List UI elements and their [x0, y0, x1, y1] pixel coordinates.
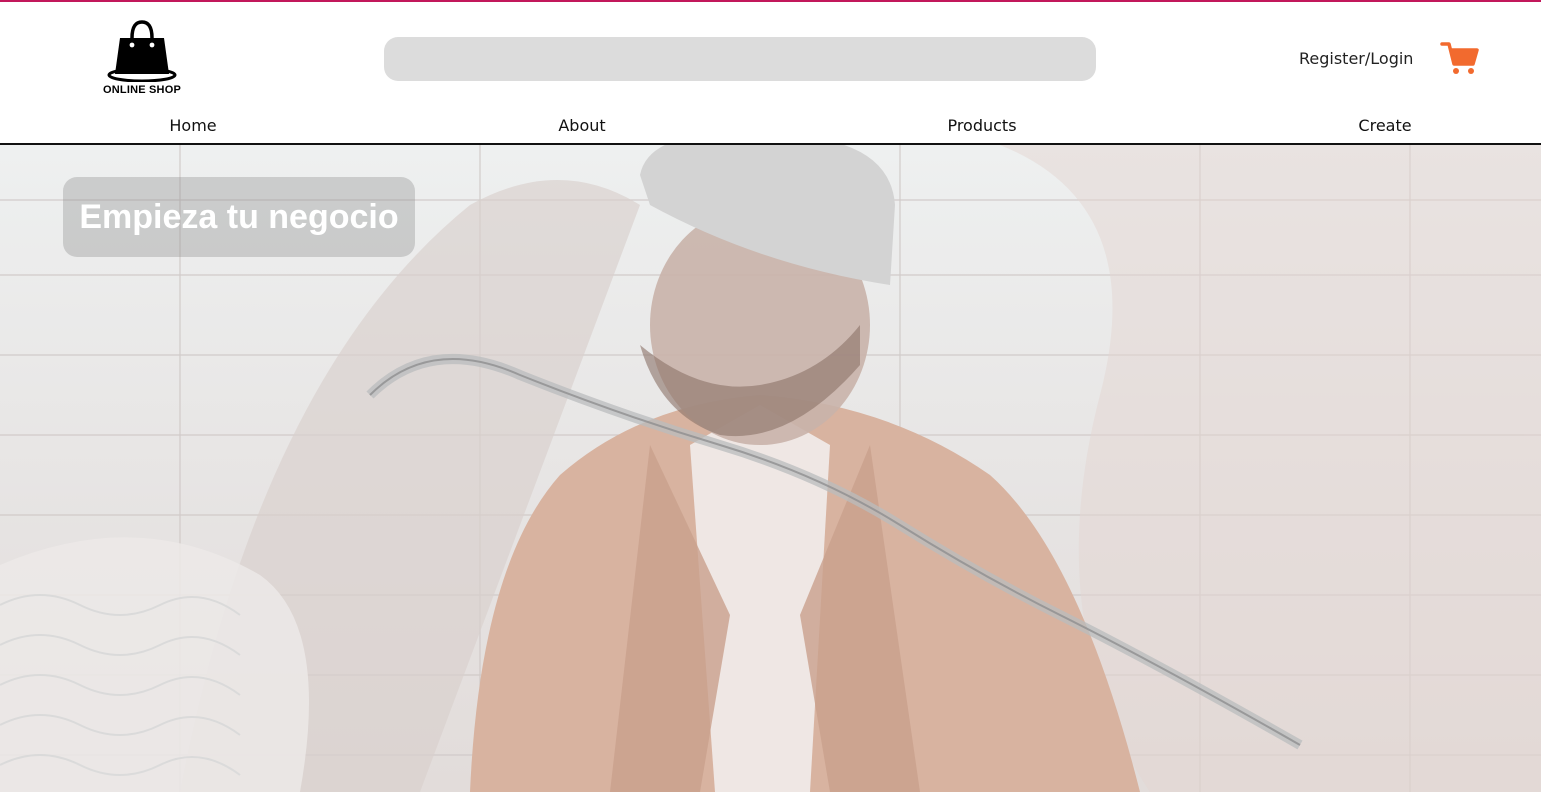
header: ONLINE SHOP Register/Login: [0, 2, 1541, 112]
nav-item-home[interactable]: Home: [169, 116, 216, 135]
hero-title: Empieza tu negocio: [79, 197, 399, 236]
brand-name: ONLINE SHOP: [103, 84, 181, 96]
shopping-cart-icon: [1440, 42, 1479, 74]
hero-title-badge: Empieza tu negocio: [63, 177, 415, 257]
register-login-link[interactable]: Register/Login: [1299, 49, 1413, 68]
search-input[interactable]: [384, 37, 1096, 81]
hero-banner: Empieza tu negocio: [0, 145, 1541, 792]
shopping-bag-icon: [107, 20, 177, 82]
main-nav: Home About Products Create: [0, 112, 1541, 145]
nav-item-about[interactable]: About: [558, 116, 605, 135]
cart-button[interactable]: [1440, 40, 1480, 78]
nav-item-create[interactable]: Create: [1358, 116, 1411, 135]
nav-item-products[interactable]: Products: [947, 116, 1016, 135]
brand-logo[interactable]: ONLINE SHOP: [100, 18, 184, 98]
